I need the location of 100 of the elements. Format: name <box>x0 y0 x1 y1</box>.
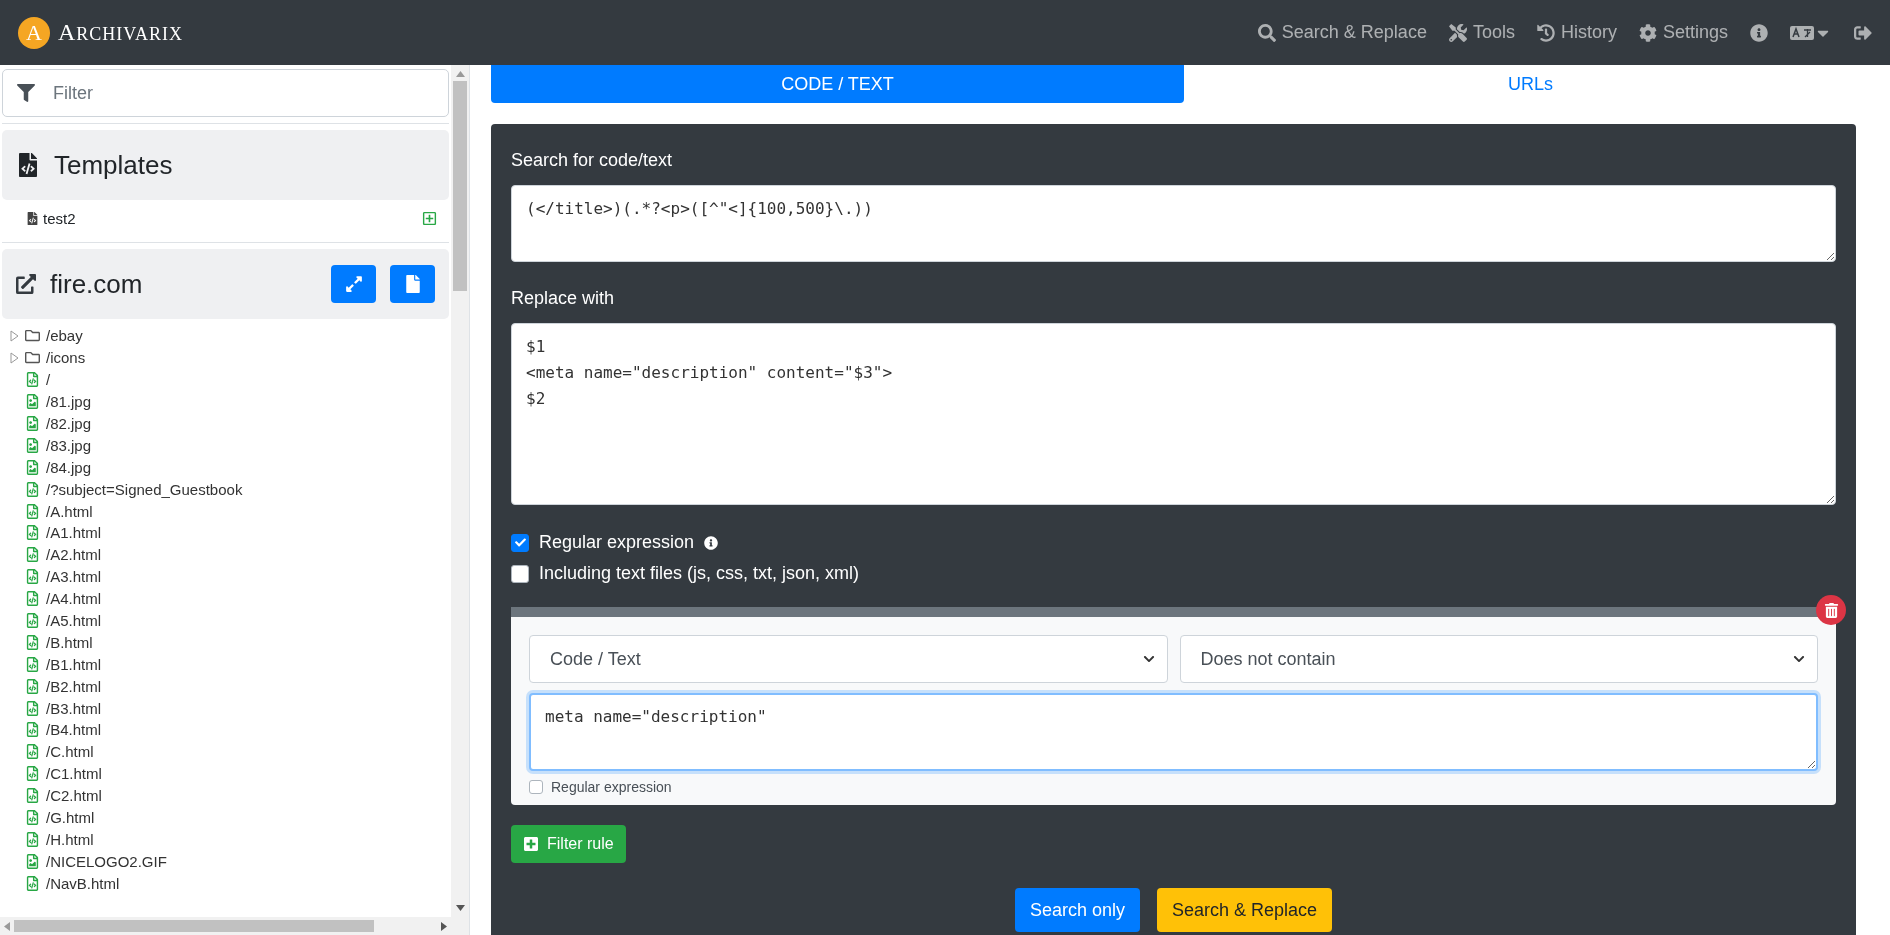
action-button[interactable]: Search only <box>1014 888 1140 932</box>
expand-icon <box>344 275 363 293</box>
code-file-icon <box>25 810 40 826</box>
history-icon <box>1536 23 1555 42</box>
chevron-icon <box>1142 653 1155 665</box>
tree-item[interactable]: /A5.html <box>46 612 102 629</box>
tree-item[interactable]: / <box>46 371 51 389</box>
code-file-icon <box>25 547 40 563</box>
tree-item[interactable]: /A1.html <box>46 524 102 542</box>
tree-item[interactable]: /B2.html <box>46 677 102 695</box>
checkbox[interactable] <box>511 533 529 552</box>
tree-item[interactable]: /ebay <box>46 327 83 345</box>
code-file-icon <box>25 525 40 541</box>
logout-icon[interactable] <box>1854 23 1872 42</box>
caret-right-icon[interactable] <box>10 351 19 364</box>
tree-item[interactable]: /B1.html <box>46 655 102 673</box>
condition-select[interactable]: Does not contain <box>1179 635 1818 683</box>
scroll-right-icon[interactable] <box>441 921 447 931</box>
info-icon[interactable] <box>1750 23 1768 42</box>
folder-icon <box>25 350 40 366</box>
field-select[interactable]: Code / Text <box>529 635 1168 683</box>
tools-icon <box>1448 23 1467 42</box>
check-icon <box>514 537 526 548</box>
expand-button[interactable] <box>331 265 376 303</box>
checkbox[interactable] <box>511 564 529 583</box>
brand-name: ARCHIVARIX <box>58 19 184 46</box>
scrollbar-thumb[interactable] <box>14 920 374 932</box>
code-file-icon <box>25 722 40 738</box>
code-file-icon <box>25 503 40 519</box>
code-file-icon <box>25 634 40 650</box>
nav-link[interactable]: History <box>1536 22 1617 43</box>
scrollbar-thumb[interactable] <box>453 81 467 291</box>
tree-item[interactable]: /B.html <box>46 633 93 651</box>
tab[interactable]: URLs <box>1184 65 1877 103</box>
tree-item[interactable]: /84.jpg <box>46 458 92 476</box>
nav-link[interactable]: Search & Replace <box>1257 22 1427 43</box>
tree-item[interactable]: /C.html <box>46 743 94 761</box>
checkbox-label: Including text files (js, css, txt, json, xml) <box>539 563 860 584</box>
image-file-icon <box>25 853 40 869</box>
rule-value-field[interactable]: meta name="description" <box>529 693 1818 771</box>
tree-item[interactable]: /83.jpg <box>46 436 92 454</box>
field-label: Search for code/text <box>511 150 674 171</box>
tab[interactable]: CODE / TEXT <box>491 65 1184 103</box>
replace-field[interactable]: $1 <meta name="description" content="$3"> $2 <box>511 323 1836 505</box>
code-file-icon <box>25 591 40 607</box>
scroll-up-icon[interactable] <box>455 71 465 77</box>
delete-button[interactable] <box>1816 595 1846 625</box>
scroll-left-icon[interactable] <box>4 921 10 931</box>
checkbox[interactable] <box>529 780 543 794</box>
tree-item[interactable]: /C1.html <box>46 765 102 783</box>
code-file-icon <box>25 569 40 585</box>
chevron-icon <box>1793 653 1805 665</box>
field-label: Replace with <box>511 288 616 309</box>
language-icon[interactable] <box>1790 25 1814 40</box>
horizontal-scrollbar[interactable] <box>0 917 451 935</box>
filter-field[interactable]: Filter <box>2 69 449 117</box>
checkbox-label: Regular expression <box>551 779 672 795</box>
code-file-icon <box>25 481 40 497</box>
code-file-icon <box>25 656 40 672</box>
code-file-icon <box>16 153 40 177</box>
code-file-icon <box>25 831 40 847</box>
settings-icon <box>1638 23 1657 42</box>
filter-icon <box>17 84 35 102</box>
code-file-icon <box>25 372 40 388</box>
code-file-icon <box>25 678 40 694</box>
tree-item[interactable]: /A2.html <box>46 546 102 564</box>
search-field[interactable]: (</title>)(.*?<p>([^"<]{100,500}\.)) <box>511 185 1836 262</box>
tree-item[interactable]: /icons <box>46 349 86 367</box>
tree-item[interactable]: /82.jpg <box>46 415 92 432</box>
tree-item[interactable]: /NavB.html <box>46 874 120 892</box>
nav-link[interactable]: Settings <box>1638 22 1728 43</box>
nav-link[interactable]: Tools <box>1448 22 1515 43</box>
tree-item[interactable]: /C2.html <box>46 787 102 805</box>
add-icon[interactable] <box>422 210 437 226</box>
action-button[interactable]: Search & Replace <box>1157 888 1333 932</box>
image-file-icon <box>25 394 40 410</box>
template-item[interactable]: test2 <box>43 209 76 227</box>
new-file-button[interactable] <box>390 265 435 303</box>
logo-icon: A <box>18 16 50 49</box>
tree-item[interactable]: /?subject=Signed_Guestbook <box>46 480 243 498</box>
caret-right-icon[interactable] <box>10 329 19 342</box>
plus-icon <box>523 836 539 852</box>
tree-item[interactable]: /B4.html <box>46 721 102 739</box>
tree-item[interactable]: /A.html <box>46 502 93 520</box>
tree-item[interactable]: /B3.html <box>46 699 102 717</box>
code-file-icon <box>26 211 39 225</box>
tree-item[interactable]: /A3.html <box>46 568 102 586</box>
code-file-icon <box>25 766 40 782</box>
file-icon <box>403 275 422 293</box>
tree-item[interactable]: /H.html <box>46 830 94 848</box>
info-icon[interactable] <box>704 535 719 550</box>
tree-item[interactable]: /NICELOGO2.GIF <box>46 852 167 870</box>
tree-item[interactable]: /A4.html <box>46 590 102 608</box>
scroll-down-icon[interactable] <box>455 905 465 911</box>
external-link-icon[interactable] <box>16 274 36 294</box>
vertical-scrollbar[interactable] <box>451 65 469 917</box>
tree-item[interactable]: /G.html <box>46 809 95 827</box>
code-file-icon <box>25 700 40 716</box>
trash-icon <box>1823 602 1839 618</box>
tree-item[interactable]: /81.jpg <box>46 393 92 411</box>
